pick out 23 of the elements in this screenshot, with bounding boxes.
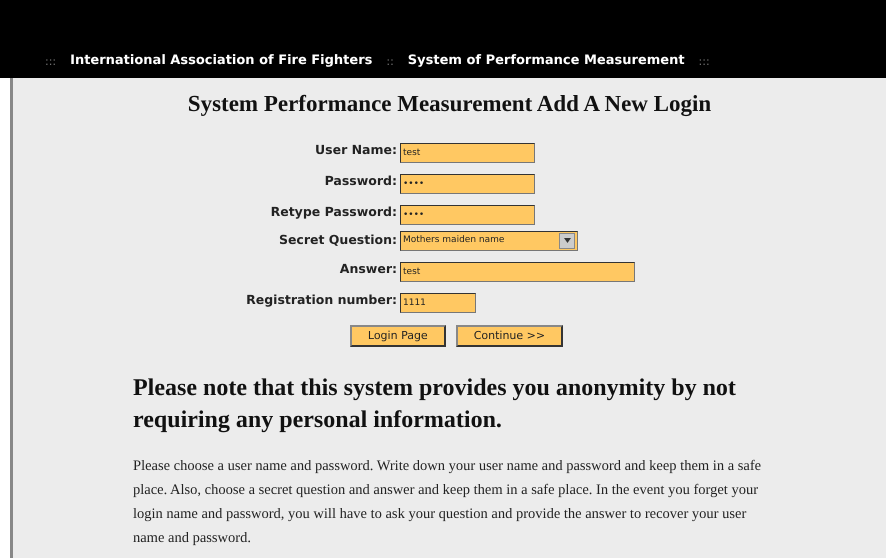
instructions-text: Please choose a user name and password. Write down your user name and password and keep them in a safe place. Also, choose a secret question and answer and keep them in a safe place. In the event you forget your login name and password, you will have to ask your question and provide the answer to recover your user name and password. bbox=[133, 456, 762, 548]
select-field[interactable]: Mothers maiden name bbox=[400, 230, 578, 251]
input-field[interactable]: •••• bbox=[400, 204, 535, 225]
input-field[interactable]: test bbox=[400, 142, 535, 163]
form-button[interactable]: Continue >> bbox=[456, 324, 564, 348]
field-label: Password: bbox=[324, 172, 397, 190]
field-label: Registration number: bbox=[245, 290, 397, 309]
header-link[interactable]: International Association of Fire Fighters bbox=[70, 50, 372, 70]
field-label: User Name: bbox=[314, 140, 397, 159]
notice-heading: Please note that this system provides you anonymity by not requiring any personal information. bbox=[133, 374, 737, 436]
separator-text: ::: bbox=[698, 54, 710, 70]
form-button[interactable]: Login Page bbox=[350, 324, 446, 348]
header-link[interactable]: System of Performance Measurement bbox=[408, 50, 685, 70]
input-field[interactable]: test bbox=[400, 262, 635, 282]
field-label: Answer: bbox=[338, 260, 397, 278]
field-label: Retype Password: bbox=[270, 202, 397, 221]
separator-text: :: bbox=[386, 54, 394, 70]
input-field[interactable]: •••• bbox=[400, 174, 535, 194]
caret-icon bbox=[559, 232, 575, 249]
separator-text: ::: bbox=[45, 54, 56, 70]
field-label: Secret Question: bbox=[278, 231, 397, 250]
input-field[interactable]: 1111 bbox=[400, 292, 476, 313]
page-title: System Performance Measurement Add A New Login bbox=[186, 90, 712, 118]
